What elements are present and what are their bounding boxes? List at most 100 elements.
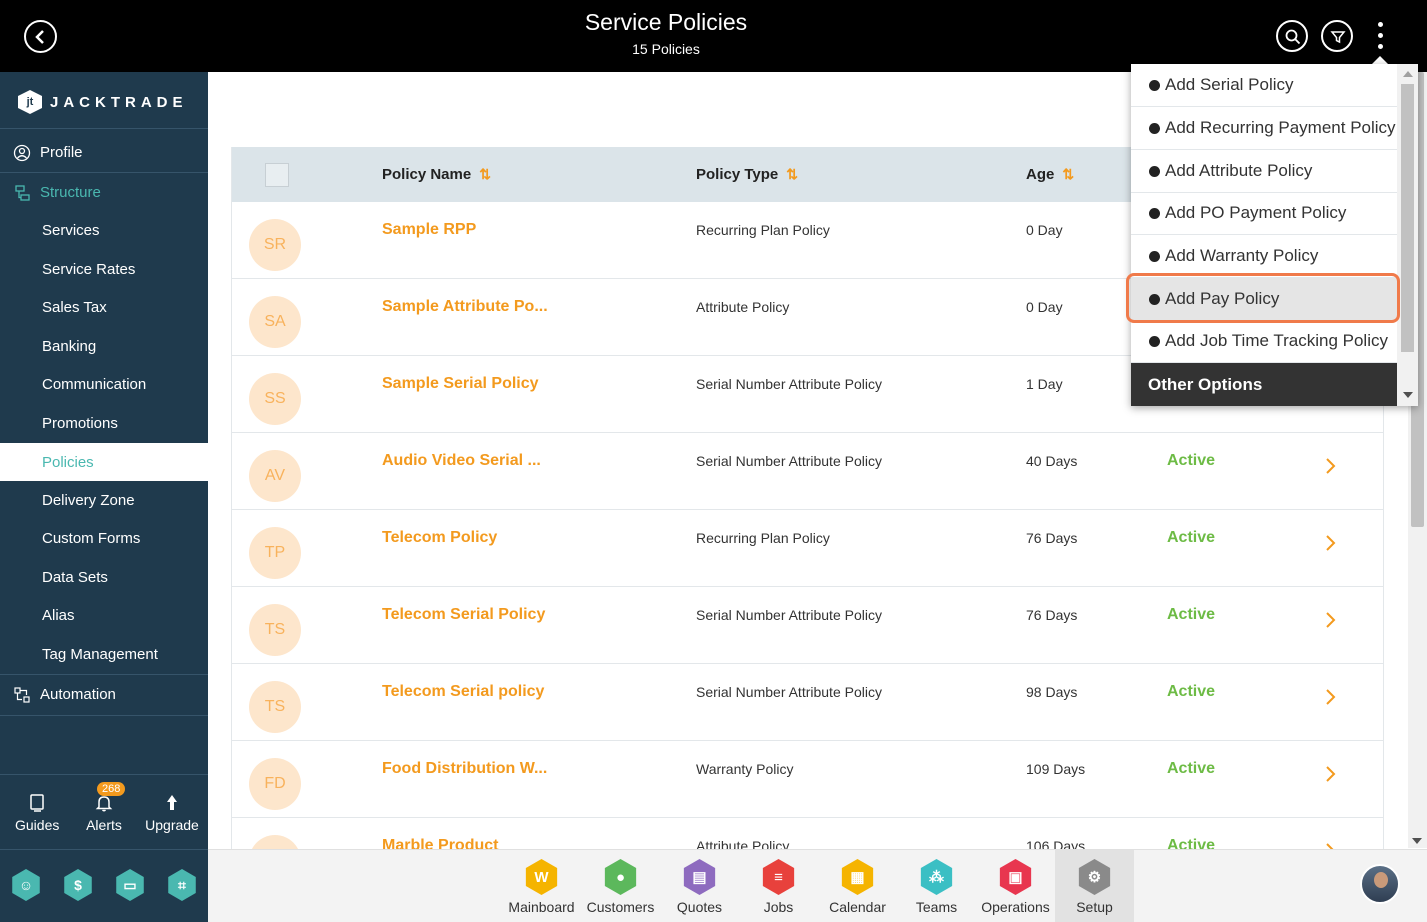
teams-icon: ⁂	[920, 859, 953, 895]
nav-customers[interactable]: ● Customers	[581, 850, 660, 922]
menu-item-add-job-time-tracking-policy[interactable]: Add Job Time Tracking Policy	[1131, 320, 1397, 363]
policy-type: Serial Number Attribute Policy	[696, 376, 882, 392]
scroll-down-arrow-icon[interactable]	[1412, 838, 1422, 844]
menu-item-add-attribute-policy[interactable]: Add Attribute Policy	[1131, 150, 1397, 193]
scroll-up-arrow-icon[interactable]	[1403, 71, 1413, 77]
column-header-policy-name[interactable]: Policy Name ⇅	[382, 166, 491, 183]
user-circle-icon	[13, 144, 31, 162]
table-row[interactable]: TS Telecom Serial policy Serial Number A…	[232, 664, 1383, 741]
sidebar-item-policies[interactable]: Policies	[0, 443, 208, 481]
guides-button[interactable]: Guides	[15, 793, 59, 833]
chevron-right-icon[interactable]	[1325, 842, 1337, 849]
sidebar-item-services[interactable]: Services	[0, 211, 208, 249]
gear-icon: ⚙	[1078, 859, 1111, 895]
policy-name[interactable]: Sample Attribute Po...	[382, 298, 548, 316]
sidebar-item-automation[interactable]: Automation	[0, 675, 208, 713]
policy-name[interactable]: Sample RPP	[382, 221, 476, 239]
nav-jobs[interactable]: ≡ Jobs	[739, 850, 818, 922]
alerts-label: Alerts	[86, 817, 122, 833]
nav-calendar[interactable]: ▦ Calendar	[818, 850, 897, 922]
policy-name[interactable]: Food Distribution W...	[382, 760, 547, 778]
policy-name[interactable]: Telecom Serial Policy	[382, 606, 545, 624]
sidebar-item-data-sets[interactable]: Data Sets	[0, 558, 208, 596]
sidebar-item-communication[interactable]: Communication	[0, 365, 208, 403]
chevron-right-icon[interactable]	[1325, 611, 1337, 629]
policy-name[interactable]: Telecom Policy	[382, 529, 497, 547]
nav-label: Jobs	[763, 899, 794, 915]
policy-name[interactable]: Marble Product	[382, 837, 498, 849]
chevron-right-icon[interactable]	[1325, 534, 1337, 552]
menu-item-add-warranty-policy[interactable]: Add Warranty Policy	[1131, 235, 1397, 278]
policy-type: Serial Number Attribute Policy	[696, 607, 882, 623]
app-card-icon[interactable]: ▭	[116, 869, 144, 901]
nav-quotes[interactable]: ▤ Quotes	[660, 850, 739, 922]
nav-operations[interactable]: ▣ Operations	[976, 850, 1055, 922]
sidebar-item-sales-tax[interactable]: Sales Tax	[0, 288, 208, 326]
sort-icon[interactable]: ⇅	[479, 166, 491, 182]
menu-item-label: Add Warranty Policy	[1165, 246, 1319, 265]
column-header-age[interactable]: Age ⇅	[1026, 166, 1074, 183]
scroll-down-arrow-icon[interactable]	[1403, 392, 1413, 398]
upgrade-button[interactable]: Upgrade	[144, 793, 200, 833]
other-options-header[interactable]: Other Options	[1131, 363, 1397, 406]
nav-mainboard[interactable]: W Mainboard	[502, 850, 581, 922]
chevron-right-icon[interactable]	[1325, 765, 1337, 783]
table-row[interactable]: TS Telecom Serial Policy Serial Number A…	[232, 587, 1383, 664]
filter-button[interactable]	[1321, 20, 1353, 52]
sidebar-item-promotions[interactable]: Promotions	[0, 404, 208, 442]
sidebar-item-tag-management[interactable]: Tag Management	[0, 635, 208, 673]
policy-name[interactable]: Audio Video Serial ...	[382, 452, 541, 470]
sidebar-item-delivery-zone[interactable]: Delivery Zone	[0, 481, 208, 519]
menu-item-add-serial-policy[interactable]: Add Serial Policy	[1131, 64, 1397, 107]
policy-age: 0 Day	[1026, 222, 1063, 238]
sort-icon[interactable]: ⇅	[1062, 166, 1074, 182]
filter-icon	[1330, 31, 1346, 44]
sort-icon[interactable]: ⇅	[786, 166, 798, 182]
sidebar-item-service-rates[interactable]: Service Rates	[0, 250, 208, 288]
chevron-right-icon[interactable]	[1325, 688, 1337, 706]
nav-setup[interactable]: ⚙ Setup	[1055, 850, 1134, 922]
add-policy-menu: Add Serial Policy Add Recurring Payment …	[1131, 64, 1418, 406]
table-row[interactable]: MP Marble Product Attribute Policy 106 D…	[232, 818, 1383, 849]
brand-logo[interactable]: jt JACKTRADE	[18, 88, 188, 116]
sidebar-item-structure[interactable]: Structure	[0, 173, 208, 211]
policy-avatar: SS	[249, 373, 301, 425]
mainboard-icon: W	[525, 859, 558, 895]
search-icon	[1285, 29, 1301, 45]
column-header-policy-type[interactable]: Policy Type ⇅	[696, 166, 798, 183]
app-user-icon[interactable]: ☺	[12, 869, 40, 901]
sidebar-item-alias[interactable]: Alias	[0, 596, 208, 634]
table-row[interactable]: AV Audio Video Serial ... Serial Number …	[232, 433, 1383, 510]
menu-scrollbar[interactable]	[1397, 64, 1418, 406]
sidebar-item-label: Delivery Zone	[42, 491, 135, 509]
kebab-dot-icon	[1377, 22, 1383, 27]
app-structure-icon[interactable]: ⌗	[168, 869, 196, 901]
menu-item-add-recurring-payment-policy[interactable]: Add Recurring Payment Policy	[1131, 107, 1397, 150]
divider	[0, 128, 208, 129]
bullet-icon	[1149, 122, 1160, 134]
nav-label: Mainboard	[508, 899, 575, 915]
nav-teams[interactable]: ⁂ Teams	[897, 850, 976, 922]
sidebar-item-label: Banking	[42, 337, 97, 355]
chevron-right-icon[interactable]	[1325, 457, 1337, 475]
menu-item-add-po-payment-policy[interactable]: Add PO Payment Policy	[1131, 192, 1397, 235]
select-all-checkbox[interactable]	[265, 163, 289, 187]
policy-name[interactable]: Sample Serial Policy	[382, 375, 539, 393]
operations-icon: ▣	[999, 859, 1032, 895]
search-button[interactable]	[1276, 20, 1308, 52]
policy-age: 0 Day	[1026, 299, 1063, 315]
sidebar-item-profile[interactable]: Profile	[0, 133, 208, 171]
alerts-button[interactable]: Alerts	[84, 793, 124, 833]
policy-name[interactable]: Telecom Serial policy	[382, 683, 544, 701]
bullet-icon	[1149, 207, 1160, 219]
scrollbar-thumb[interactable]	[1401, 84, 1414, 352]
table-row[interactable]: FD Food Distribution W... Warranty Polic…	[232, 741, 1383, 818]
avatar[interactable]	[1360, 864, 1400, 904]
more-options-button[interactable]	[1372, 22, 1388, 50]
policy-age: 40 Days	[1026, 453, 1078, 469]
table-row[interactable]: TP Telecom Policy Recurring Plan Policy …	[232, 510, 1383, 587]
app-money-icon[interactable]: $	[64, 869, 92, 901]
customers-icon: ●	[604, 859, 637, 895]
sidebar-item-custom-forms[interactable]: Custom Forms	[0, 519, 208, 557]
sidebar-item-banking[interactable]: Banking	[0, 327, 208, 365]
